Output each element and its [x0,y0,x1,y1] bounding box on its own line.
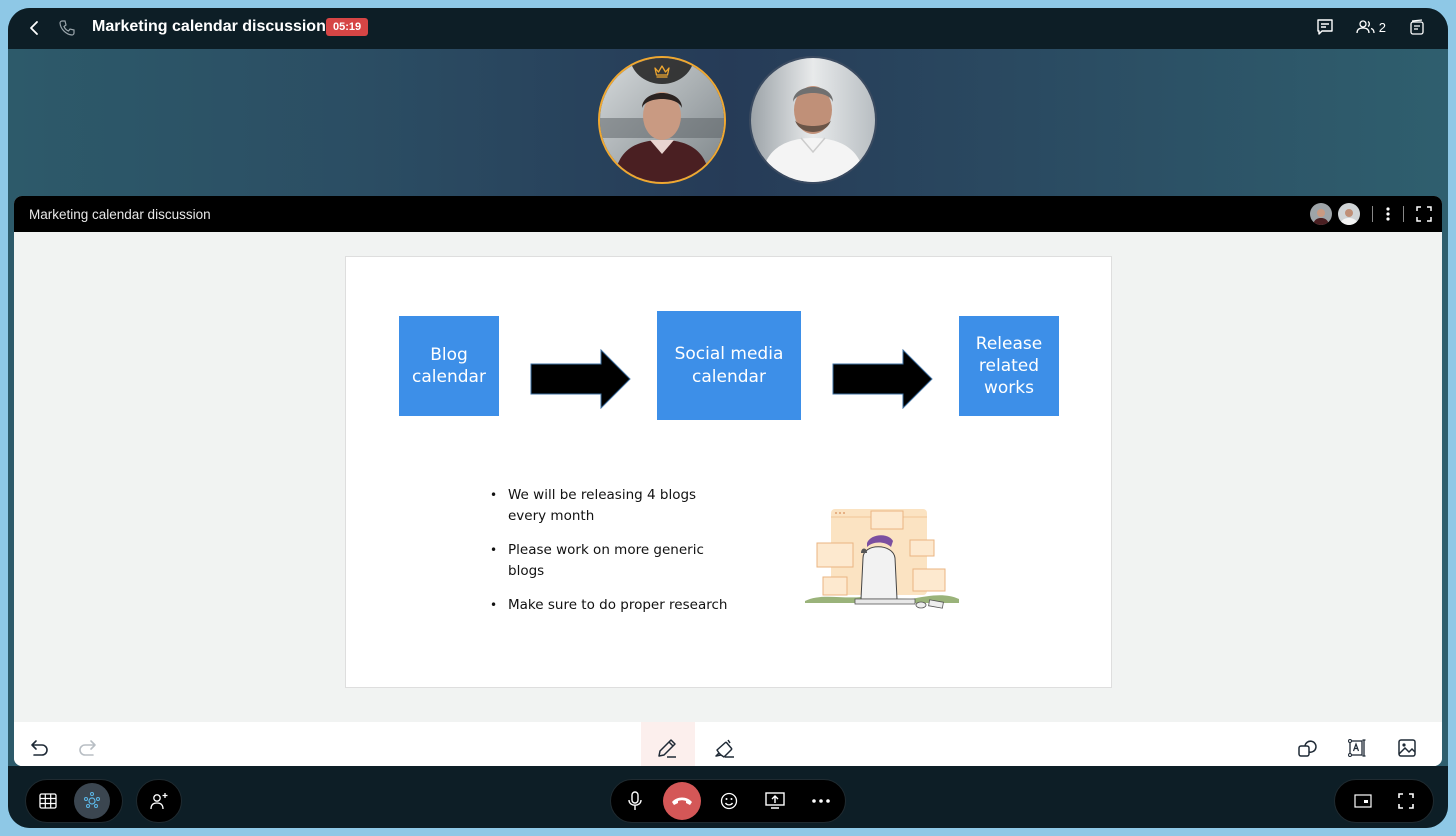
participants-icon [1356,20,1375,34]
flow-box-blog-calendar: Blog calendar [399,316,499,416]
participant-mini-avatar [1338,203,1360,225]
add-participant-button[interactable] [141,783,177,819]
more-options-icon [812,799,830,803]
fullscreen-button[interactable] [1388,783,1424,819]
emoji-button[interactable] [711,783,747,819]
bullet-item: Make sure to do proper research [490,595,730,616]
participants-button[interactable]: 2 [1356,18,1386,36]
divider [1372,206,1373,222]
bullet-item: Please work on more generic blogs [490,540,730,582]
call-timer: 05:19 [326,18,369,36]
participant-avatar[interactable] [749,56,877,184]
fullscreen-icon[interactable] [1416,206,1432,222]
back-icon[interactable] [26,19,44,37]
image-icon[interactable] [1395,736,1419,760]
call-actions-group [610,779,846,823]
end-call-icon [672,797,692,805]
whiteboard-icon [84,792,100,808]
chat-button[interactable] [1316,18,1334,36]
microphone-icon [628,791,642,810]
add-participant-group [136,779,182,823]
grid-view-icon [39,793,57,809]
highlighter-icon[interactable] [712,736,736,760]
more-icon[interactable] [1385,206,1391,222]
shared-whiteboard-panel: Marketing calendar discussion Blog calen… [14,196,1442,766]
video-call-illustration [805,509,959,609]
redo-icon[interactable] [75,736,99,760]
end-call-button[interactable] [663,782,701,820]
emoji-icon [720,792,738,810]
arrow-icon [530,349,631,409]
participant-host-avatar[interactable] [598,56,726,184]
participant-mini-avatar [1310,203,1332,225]
chat-icon [1317,19,1333,35]
panel-header: Marketing calendar discussion [14,196,1442,232]
call-control-bar [8,766,1448,828]
participant-count: 2 [1378,19,1386,35]
picture-in-picture-button[interactable] [1345,783,1381,819]
phone-icon [59,20,75,36]
whiteboard-view-button[interactable] [74,783,110,819]
notes-icon [1410,19,1424,35]
fullscreen-icon [1397,793,1414,809]
share-screen-button[interactable] [757,783,793,819]
microphone-button[interactable] [617,783,653,819]
shapes-icon[interactable] [1295,736,1319,760]
more-options-button[interactable] [803,783,839,819]
bullet-item: We will be releasing 4 blogs every month [490,485,730,527]
grid-view-button[interactable] [30,783,66,819]
meeting-window: Marketing calendar discussion 05:19 2 Ma… [8,8,1448,828]
top-bar: Marketing calendar discussion 05:19 2 [8,8,1448,49]
undo-icon[interactable] [28,736,52,760]
view-options-group [1334,779,1434,823]
panel-title: Marketing calendar discussion [29,207,211,222]
picture-in-picture-icon [1353,794,1372,808]
drawing-toolbar [14,722,1442,766]
meeting-title: Marketing calendar discussion [92,18,326,35]
share-screen-icon [765,792,785,809]
text-box-icon[interactable] [1345,736,1369,760]
crown-icon [654,65,670,78]
add-participant-icon [150,793,168,810]
notes-button[interactable] [1408,18,1426,36]
view-toggle-group [25,779,123,823]
pen-icon[interactable] [655,736,679,760]
arrow-icon [832,349,933,409]
participant-photo [751,58,875,182]
presentation-slide: Blog calendar Social media calendar Rele… [345,256,1112,688]
divider [1403,206,1404,222]
flow-box-release-related-works: Release related works [959,316,1059,416]
bullet-list: We will be releasing 4 blogs every month… [490,485,730,629]
flow-box-social-media-calendar: Social media calendar [657,311,801,420]
